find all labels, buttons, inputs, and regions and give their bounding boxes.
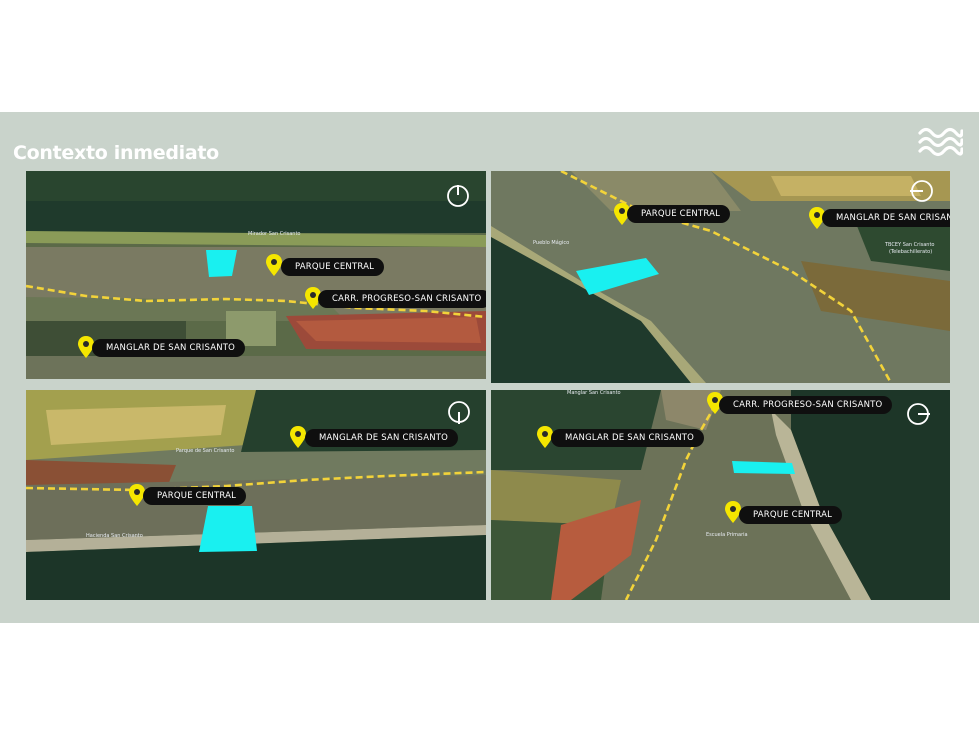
slide: Contexto inmediato Mirador San Crisanto — [0, 112, 979, 623]
label-carretera: CARR. PROGRESO-SAN CRISANTO — [719, 396, 893, 414]
waves-icon — [918, 127, 963, 157]
map-misc-label: Parque de San Crisanto — [176, 448, 235, 454]
label-parque-central: PARQUE CENTRAL — [739, 506, 843, 524]
label-manglar: MANGLAR DE SAN CRISANTO — [822, 209, 950, 227]
map-tele-label: (Telebachillerato) — [889, 249, 933, 255]
map-panel-4: Manglar San Crisanto Escuela Primaria CA… — [491, 390, 950, 600]
label-parque-central: PARQUE CENTRAL — [143, 487, 247, 505]
map-misc-label: Pueblo Mágico — [533, 240, 570, 246]
map-panel-2: TBCEY San Crisanto (Telebachillerato) Pu… — [491, 171, 950, 383]
aerial-map-3 — [26, 390, 486, 600]
pin-icon — [290, 426, 306, 448]
compass-south-icon — [448, 401, 470, 424]
label-manglar: MANGLAR DE SAN CRISANTO — [305, 429, 459, 447]
page-title: Contexto inmediato — [13, 142, 219, 164]
compass-west-icon — [907, 403, 930, 425]
map-town-label: Mirador San Crisanto — [248, 231, 301, 237]
label-carretera: CARR. PROGRESO-SAN CRISANTO — [318, 290, 486, 308]
compass-east-icon — [910, 180, 933, 202]
label-parque-central: PARQUE CENTRAL — [281, 258, 385, 276]
map-panel-1: Mirador San Crisanto PARQUE CENTRAL CARR… — [26, 171, 486, 379]
map-tbcey-label: TBCEY San Crisanto — [885, 242, 935, 248]
map-panel-3: Parque de San Crisanto Hacienda San Cris… — [26, 390, 486, 600]
label-manglar: MANGLAR DE SAN CRISANTO — [92, 339, 246, 357]
map-top-label: Manglar San Crisanto — [567, 390, 621, 396]
label-manglar: MANGLAR DE SAN CRISANTO — [551, 429, 705, 447]
pin-icon — [266, 254, 282, 276]
compass-north-icon — [447, 185, 469, 207]
map-misc-label-2: Hacienda San Crisanto — [86, 533, 143, 539]
label-parque-central: PARQUE CENTRAL — [627, 205, 731, 223]
aerial-map-2 — [491, 171, 950, 383]
aerial-map-4 — [491, 390, 950, 600]
map-misc-label: Escuela Primaria — [706, 532, 748, 538]
